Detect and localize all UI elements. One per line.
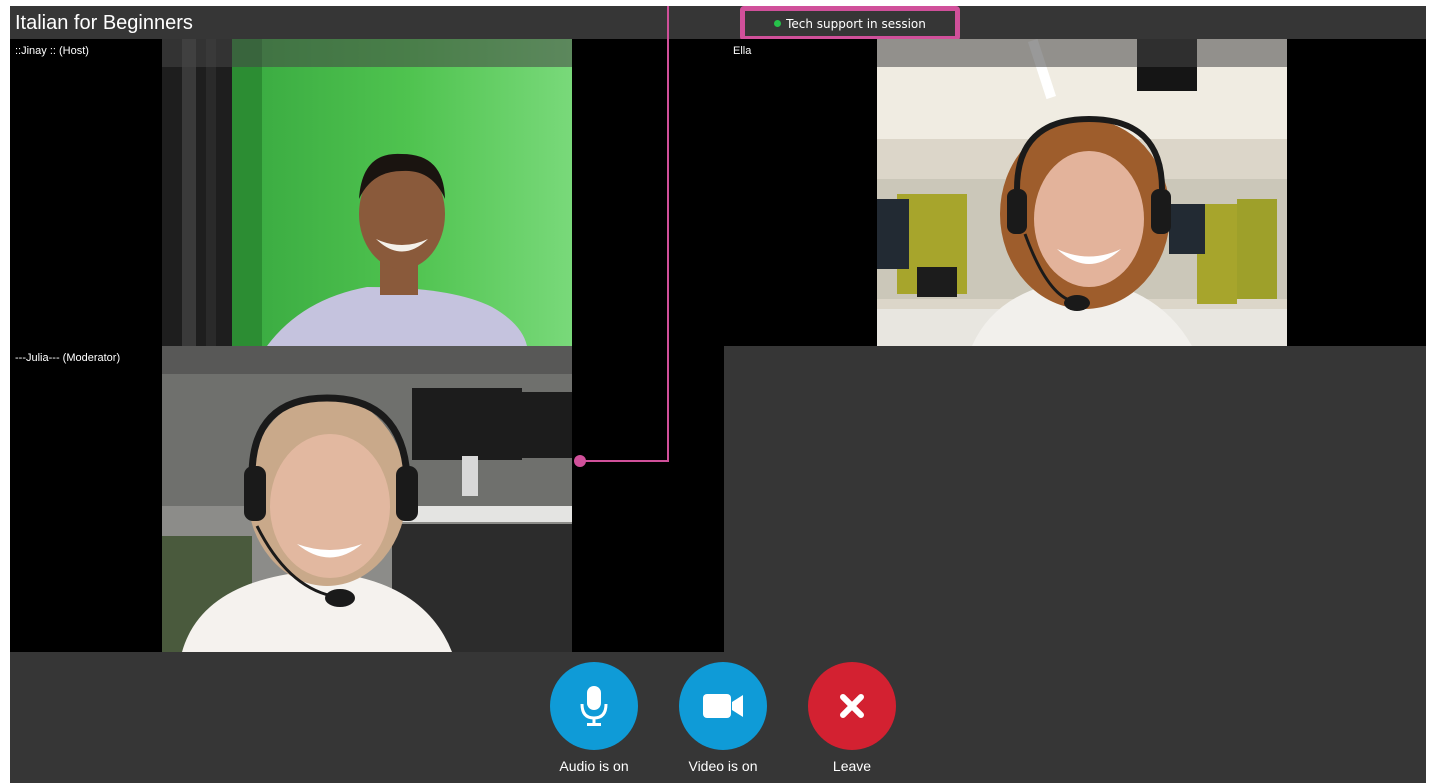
audio-toggle-button[interactable]	[550, 662, 638, 750]
video-camera-icon	[703, 694, 743, 718]
participant-name: ::Jinay :: (Host)	[15, 45, 89, 57]
participant-video	[162, 346, 572, 652]
microphone-icon	[580, 686, 608, 726]
host-video-frame	[162, 39, 572, 346]
participant-tile-host[interactable]: ::Jinay :: (Host)	[10, 39, 724, 346]
video-toggle-button[interactable]	[679, 662, 767, 750]
participant-name: Ella	[733, 45, 752, 57]
participant-tile-moderator[interactable]: ---Julia--- (Moderator)	[10, 346, 724, 652]
video-call-window: Italian for Beginners Tech support in se…	[10, 6, 1426, 783]
participant-name: ---Julia--- (Moderator)	[15, 352, 121, 364]
participant-tile-ella[interactable]: Ella	[724, 39, 1426, 346]
audio-control: Audio is on	[544, 662, 644, 774]
video-status-label: Video is on	[688, 758, 758, 774]
julia-video-frame	[162, 346, 572, 652]
status-text: Tech support in session	[786, 16, 926, 31]
participant-video	[162, 39, 572, 346]
meeting-title: Italian for Beginners	[15, 12, 193, 34]
video-overlay-bar	[877, 39, 1287, 67]
video-overlay-bar	[162, 346, 572, 374]
call-controls: Audio is on Video is on Leave	[10, 662, 1426, 783]
video-control: Video is on	[673, 662, 773, 774]
leave-control: Leave	[802, 662, 902, 774]
status-indicator: Tech support in session	[740, 6, 960, 41]
ella-video-frame	[877, 39, 1287, 346]
status-dot-icon	[774, 20, 782, 27]
leave-label: Leave	[832, 758, 872, 774]
video-overlay-bar	[162, 39, 572, 67]
participant-video	[877, 39, 1287, 346]
audio-status-label: Audio is on	[559, 758, 629, 774]
leave-button[interactable]	[808, 662, 896, 750]
close-icon	[840, 694, 864, 718]
